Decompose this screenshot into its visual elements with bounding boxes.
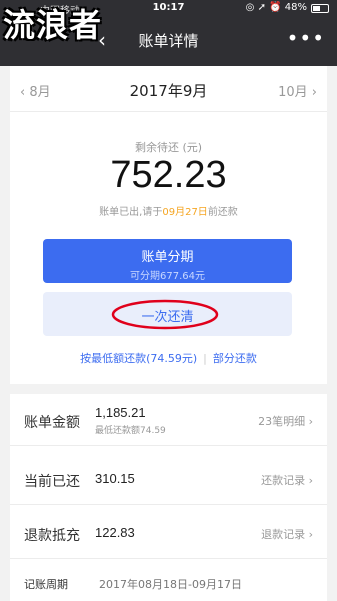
- period-value: 2017年08月18日-09月17日: [99, 578, 242, 591]
- installment-sub-label: 可分期677.64元: [130, 271, 205, 282]
- pay-once-label: 一次还清: [141, 310, 194, 325]
- refund-row[interactable]: 退款抵充 122.83 退款记录 ›: [10, 507, 327, 559]
- repayment-records-link[interactable]: 还款记录 ›: [261, 472, 313, 488]
- bill-amount-row[interactable]: 账单金额 1,185.21 最低还款额74.59 23笔明细 ›: [10, 394, 327, 446]
- more-icon[interactable]: •••: [287, 26, 325, 50]
- row-key: 账单金额: [24, 415, 80, 431]
- paid-row[interactable]: 当前已还 310.15 还款记录 ›: [10, 453, 327, 505]
- due-prefix: 账单已出,请于: [99, 207, 163, 218]
- top-bar: 中国移动 10:17 ◎ ➚ ⏰ 48% 流浪者 ‹ 账单详情 •••: [0, 0, 337, 66]
- refund-records-link[interactable]: 退款记录 ›: [261, 526, 313, 542]
- row-key: 当前已还: [24, 474, 80, 490]
- battery-icon: [311, 4, 329, 13]
- due-notice: 账单已出,请于09月27日前还款: [10, 203, 327, 218]
- month-navigator: ‹ 8月 2017年9月 10月 ›: [10, 66, 327, 112]
- next-month-button[interactable]: 10月 ›: [278, 81, 317, 100]
- pay-once-button[interactable]: 一次还清: [43, 292, 292, 336]
- row-value: 1,185.21: [95, 405, 146, 420]
- installment-button[interactable]: 账单分期 可分期677.64元: [43, 239, 292, 283]
- period-key: 记账周期: [24, 578, 68, 591]
- installment-label: 账单分期: [141, 250, 194, 265]
- row-key: 退款抵充: [24, 528, 80, 544]
- details-link[interactable]: 23笔明细 ›: [258, 413, 313, 429]
- remaining-amount: 752.23: [110, 154, 227, 196]
- row-value: 122.83: [95, 525, 135, 540]
- row-sub: 最低还款额74.59: [95, 426, 166, 436]
- due-suffix: 前还款: [207, 207, 238, 218]
- status-icons: ◎ ➚ ⏰ 48%: [245, 2, 307, 13]
- remaining-label: 剩余待还 (元): [134, 141, 203, 154]
- link-separator: |: [203, 352, 207, 365]
- payment-links: 按最低额还款(74.59元) | 部分还款: [10, 350, 327, 366]
- bill-card: ‹ 8月 2017年9月 10月 › 剩余待还 (元) 752.23 账单已出,…: [10, 66, 327, 601]
- partial-pay-link[interactable]: 部分还款: [213, 352, 257, 365]
- billing-period: 记账周期 2017年08月18日-09月17日: [10, 566, 327, 601]
- due-date: 09月27日: [162, 207, 208, 218]
- section-divider: [10, 384, 327, 394]
- min-pay-link[interactable]: 按最低额还款(74.59元): [80, 352, 197, 365]
- row-value: 310.15: [95, 471, 135, 486]
